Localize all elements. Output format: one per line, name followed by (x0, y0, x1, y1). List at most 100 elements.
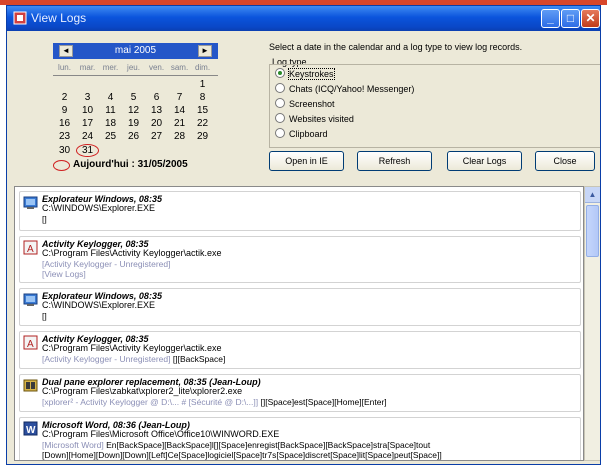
radio-selected-icon (275, 68, 285, 78)
weekday: jeu. (127, 63, 140, 72)
calendar-day[interactable]: 28 (168, 131, 191, 142)
log-records-list: Explorateur Windows, 08:35 C:\WINDOWS\Ex… (14, 186, 584, 461)
svg-text:W: W (26, 425, 36, 436)
calendar-day[interactable]: 16 (53, 118, 76, 129)
calendar-day[interactable]: 30 (53, 145, 76, 156)
svg-text:A: A (27, 244, 34, 255)
entry-path: C:\Program Files\Microsoft Office\Office… (42, 429, 280, 439)
calendar-day[interactable]: 4 (99, 92, 122, 103)
calendar-week: 16 17 18 19 20 21 22 (53, 118, 218, 129)
word-icon: W (23, 421, 38, 436)
weekday: ven. (148, 63, 165, 72)
calendar-day[interactable]: 25 (99, 131, 122, 142)
close-button[interactable]: Close (535, 151, 595, 171)
weekday: lun. (58, 63, 71, 72)
calendar-week: 2345678 (53, 92, 218, 103)
vertical-scrollbar[interactable]: ▲ (584, 186, 600, 461)
radio-label: Keystrokes (288, 68, 335, 80)
calendar-week: 30 31 (53, 144, 218, 157)
calendar-day[interactable]: 20 (145, 118, 168, 129)
entry-path: C:\WINDOWS\Explorer.EXE (42, 203, 156, 213)
radio-icon (275, 113, 285, 123)
scroll-up-arrow-icon[interactable]: ▲ (585, 187, 600, 203)
svg-text:A: A (27, 339, 34, 350)
radio-icon (275, 83, 285, 93)
calendar-day[interactable]: 17 (76, 118, 99, 129)
radio-keystrokes[interactable]: Keystrokes (275, 68, 335, 80)
explorer-icon (23, 196, 38, 209)
entry-keystrokes: [Activity Keylogger - Unregistered] (42, 259, 171, 269)
keylogger-icon: A (23, 240, 38, 255)
calendar-month-label[interactable]: mai 2005 (83, 45, 188, 56)
calendar-day[interactable]: 12 (122, 105, 145, 116)
calendar-day[interactable]: 15 (191, 105, 214, 116)
weekday: sam. (170, 63, 189, 72)
radio-label: Clipboard (289, 129, 328, 139)
calendar-day[interactable]: 22 (191, 118, 214, 129)
calendar-day[interactable]: 1 (191, 79, 214, 90)
window-title: View Logs (31, 11, 87, 25)
next-month-button[interactable]: ► (198, 45, 212, 57)
prev-month-button[interactable]: ◄ (59, 45, 73, 57)
radio-clipboard[interactable]: Clipboard (275, 128, 328, 139)
calendar-day-selected[interactable]: 31 (76, 144, 99, 157)
calendar-day[interactable]: 5 (122, 92, 145, 103)
entry-keystrokes: [View Logs] (42, 269, 86, 279)
radio-label: Chats (ICQ/Yahoo! Messenger) (289, 84, 415, 94)
radio-label: Websites visited (289, 114, 354, 124)
calendar-day[interactable]: 11 (99, 105, 122, 116)
calendar-day[interactable]: 19 (122, 118, 145, 129)
calendar-day[interactable]: 24 (76, 131, 99, 142)
calendar-day[interactable]: 29 (191, 131, 214, 142)
minimize-button[interactable]: _ (541, 9, 560, 28)
calendar: ◄ mai 2005 ► lun. mar. mer. jeu. ven. sam. dim… (53, 37, 223, 187)
entry-path: C:\Program Files\Activity Keylogger\acti… (42, 343, 222, 353)
refresh-button[interactable]: Refresh (357, 151, 432, 171)
log-entry[interactable]: Dual pane explorer replacement, 08:35 (J… (19, 374, 581, 412)
calendar-day[interactable]: 21 (168, 118, 191, 129)
calendar-day[interactable]: 9 (53, 105, 76, 116)
entry-path: C:\Program Files\zabkat\xplorer2_lite\xp… (42, 386, 243, 396)
dual-pane-icon (23, 379, 38, 392)
calendar-day[interactable]: 27 (145, 131, 168, 142)
calendar-day[interactable]: 23 (53, 131, 76, 142)
calendar-day[interactable]: 7 (168, 92, 191, 103)
radio-chats[interactable]: Chats (ICQ/Yahoo! Messenger) (275, 83, 414, 94)
radio-icon (275, 98, 285, 108)
weekday: mer. (102, 63, 119, 72)
calendar-day[interactable]: 8 (191, 92, 214, 103)
calendar-day[interactable]: 18 (99, 118, 122, 129)
entry-keystrokes: [] (42, 214, 47, 224)
calendar-day[interactable]: 3 (76, 92, 99, 103)
entry-path: C:\WINDOWS\Explorer.EXE (42, 300, 156, 310)
calendar-day[interactable]: 2 (53, 92, 76, 103)
radio-icon (275, 128, 285, 138)
log-entry[interactable]: Explorateur Windows, 08:35 C:\WINDOWS\Ex… (19, 191, 581, 231)
open-in-ie-button[interactable]: Open in IE (269, 151, 344, 171)
entry-keystrokes: [] (42, 311, 47, 321)
calendar-day[interactable]: 26 (122, 131, 145, 142)
weekday: mar. (79, 63, 96, 72)
close-window-button[interactable]: ✕ (581, 9, 600, 28)
calendar-day[interactable]: 13 (145, 105, 168, 116)
calendar-week: 1 (53, 79, 218, 90)
calendar-day[interactable]: 6 (145, 92, 168, 103)
entry-keystrokes: [xplorer² - Activity Keylogger @ D:\... … (42, 397, 387, 407)
today-link[interactable]: Aujourd'hui : 31/05/2005 (73, 159, 188, 170)
maximize-button[interactable]: □ (561, 9, 580, 28)
radio-screenshot[interactable]: Screenshot (275, 98, 335, 109)
log-entry[interactable]: Explorateur Windows, 08:35 C:\WINDOWS\Ex… (19, 288, 581, 326)
log-entry[interactable]: A Activity Keylogger, 08:35 C:\Program F… (19, 331, 581, 369)
scroll-thumb[interactable] (586, 205, 599, 257)
entry-path: C:\Program Files\Activity Keylogger\acti… (42, 248, 222, 258)
calendar-day[interactable]: 14 (168, 105, 191, 116)
log-entry[interactable]: W Microsoft Word, 08:36 (Jean-Loup) C:\P… (19, 417, 581, 460)
calendar-day[interactable]: 10 (76, 105, 99, 116)
radio-label: Screenshot (289, 99, 335, 109)
keylogger-icon: A (23, 335, 38, 350)
title-bar[interactable]: View Logs _ □ ✕ (7, 6, 600, 31)
calendar-week: 23 24 25 26 27 28 29 (53, 131, 218, 142)
clear-logs-button[interactable]: Clear Logs (447, 151, 522, 171)
radio-websites[interactable]: Websites visited (275, 113, 354, 124)
log-entry[interactable]: A Activity Keylogger, 08:35 C:\Program F… (19, 236, 581, 283)
